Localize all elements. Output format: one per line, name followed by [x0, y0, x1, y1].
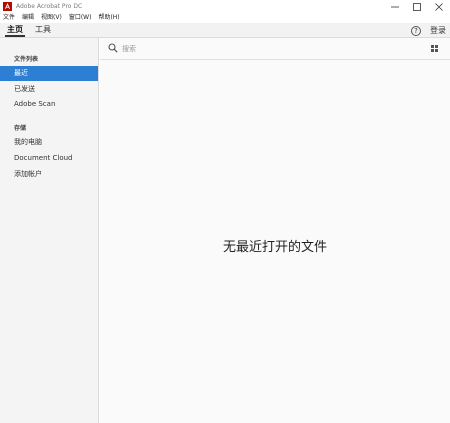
search-bar	[100, 38, 450, 60]
menu-window[interactable]: 窗口(W)	[69, 13, 92, 23]
menu-help[interactable]: 帮助(H)	[98, 13, 119, 23]
search-input[interactable]	[122, 42, 402, 56]
sidebar: 文件列表 最近 已发送 Adobe Scan 存储 我的电脑 Document …	[0, 38, 99, 423]
window-title: Adobe Acrobat Pro DC	[16, 3, 83, 10]
sidebar-item-my-computer[interactable]: 我的电脑	[0, 135, 98, 150]
empty-state-message: 无最近打开的文件	[222, 240, 327, 255]
close-button[interactable]	[428, 0, 450, 13]
help-icon[interactable]: ?	[411, 26, 421, 36]
menu-file[interactable]: 文件	[3, 13, 15, 23]
top-tab-bar: 主页 工具 ? 登录	[0, 23, 450, 38]
title-bar: Adobe Acrobat Pro DC	[0, 0, 450, 13]
main-content: 无最近打开的文件	[100, 38, 450, 423]
section-header-storage: 存储	[14, 125, 27, 132]
tab-tools[interactable]: 工具	[35, 23, 51, 37]
menu-bar: 文件 编辑 视图(V) 窗口(W) 帮助(H)	[0, 13, 450, 23]
sidebar-item-recent[interactable]: 最近	[0, 66, 98, 81]
sidebar-item-document-cloud[interactable]: Document Cloud	[0, 151, 98, 166]
search-icon	[108, 43, 118, 53]
sidebar-item-sent[interactable]: 已发送	[0, 82, 98, 97]
window-controls	[384, 0, 450, 13]
maximize-icon	[413, 2, 421, 11]
signin-button[interactable]: 登录	[430, 23, 446, 38]
active-tab-indicator	[5, 35, 25, 37]
minimize-button[interactable]	[384, 0, 406, 13]
close-icon	[435, 2, 443, 11]
menu-edit[interactable]: 编辑	[22, 13, 34, 23]
grid-view-icon[interactable]	[431, 45, 438, 52]
maximize-button[interactable]	[406, 0, 428, 13]
sidebar-item-adobe-scan[interactable]: Adobe Scan	[0, 97, 98, 112]
sidebar-item-add-account[interactable]: 添加帐户	[0, 167, 98, 182]
section-header-files: 文件列表	[14, 56, 39, 63]
minimize-icon	[391, 6, 399, 7]
acrobat-logo-icon	[3, 2, 12, 11]
menu-view[interactable]: 视图(V)	[41, 13, 62, 23]
